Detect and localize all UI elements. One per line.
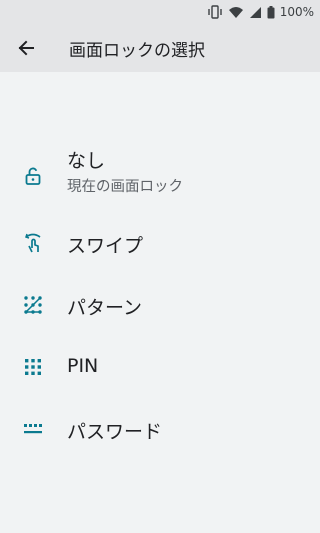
signal-icon [249,6,262,19]
pattern-icon [21,293,45,317]
option-none[interactable]: なし 現在の画面ロック [0,140,320,212]
password-icon [21,417,45,441]
option-password[interactable]: パスワード [0,398,320,460]
battery-percent: 100% [279,5,314,19]
wifi-icon [228,6,244,19]
app-bar: 画面ロックの選択 [0,24,320,72]
option-pattern[interactable]: パターン [0,274,320,336]
back-button[interactable] [0,24,52,72]
option-title: パスワード [67,421,163,443]
page-title: 画面ロックの選択 [69,40,205,61]
status-bar: 100% [0,0,320,24]
option-title: スワイプ [67,235,144,257]
option-subtitle: 現在の画面ロック [67,179,183,195]
arrow-back-icon [17,39,35,57]
lock-open-icon [21,164,45,188]
pin-icon [21,355,45,379]
option-title: パターン [67,297,143,319]
swipe-icon [21,231,45,255]
screen-lock-options: なし 現在の画面ロック スワイプ パターン PIN パスワード [0,140,320,460]
vibrate-icon [207,5,223,19]
battery-icon [267,5,275,19]
option-swipe[interactable]: スワイプ [0,212,320,274]
option-pin[interactable]: PIN [0,336,320,398]
option-title: なし [67,150,106,172]
option-title: PIN [67,355,99,377]
